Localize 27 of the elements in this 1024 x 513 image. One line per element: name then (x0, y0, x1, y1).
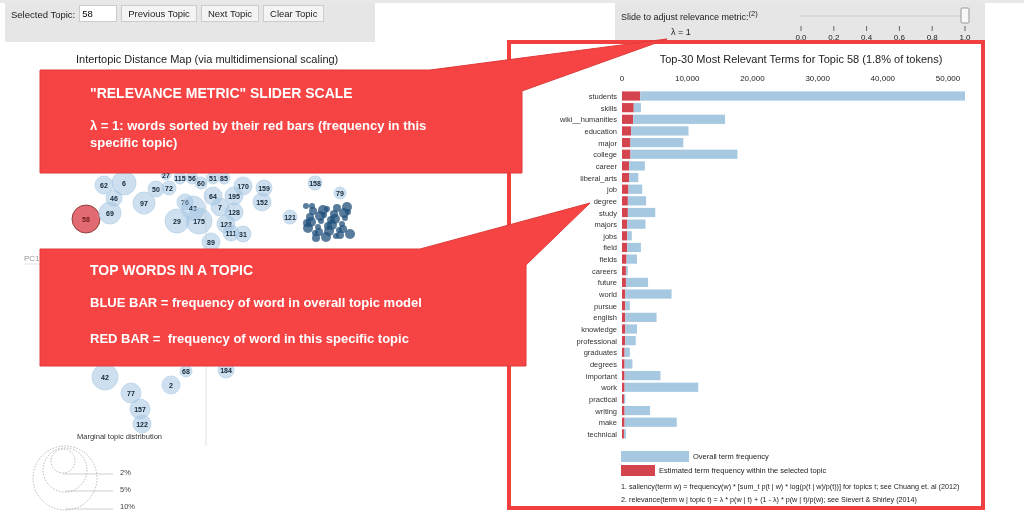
callout-title: "RELEVANCE METRIC" SLIDER SCALE (90, 85, 354, 101)
topic-nav-button[interactable]: Clear Topic (263, 5, 325, 22)
axis-tick-label: 50,000 (935, 74, 961, 83)
callout-text: BLUE BAR = frequency of word in overall topic model (90, 294, 423, 311)
axis-tick-label: 20,000 (740, 74, 765, 83)
callout-text: RED BAR = frequency of word in this specific topic (90, 330, 410, 347)
slider-tick-label: 0.2 (828, 33, 840, 42)
axis-tick-label: 30,000 (805, 74, 830, 83)
callout-title: TOP WORDS IN A TOPIC (90, 262, 255, 278)
axis-label: PC1 (24, 254, 40, 263)
axis-tick-label: 10,000 (674, 74, 700, 83)
topic-nav-button[interactable]: Next Topic (200, 5, 260, 22)
callout-text: λ = 1: words sorted by their red bars (frequency in this specific topic) (90, 117, 428, 151)
slider-tick-label: 0.6 (893, 33, 905, 42)
axis-tick-label: 40,000 (870, 74, 896, 83)
lambda-value: λ = 1 (671, 27, 692, 37)
chart-title: Top-30 Most Relevant Terms for Topic 58 (1.8% of tokens) (659, 53, 943, 65)
map-title: Intertopic Distance Map (via multidimensional scaling) (76, 53, 340, 67)
slider-tick-label: 0.4 (861, 33, 873, 42)
topic-input-field[interactable]: 58 (79, 5, 118, 22)
slider-label: Slide to adjust relevance metric:$^{(2)}$ (621, 9, 758, 22)
slider-tick-label: 0.8 (926, 33, 938, 42)
axis-tick-label: 0 (619, 74, 625, 83)
slider-tick-label: 0.0 (795, 33, 807, 42)
selected-topic-label: Selected Topic: (11, 9, 76, 20)
slider-tick-label: 1.0 (959, 33, 971, 42)
topic-nav-button[interactable]: Previous Topic (121, 5, 197, 22)
